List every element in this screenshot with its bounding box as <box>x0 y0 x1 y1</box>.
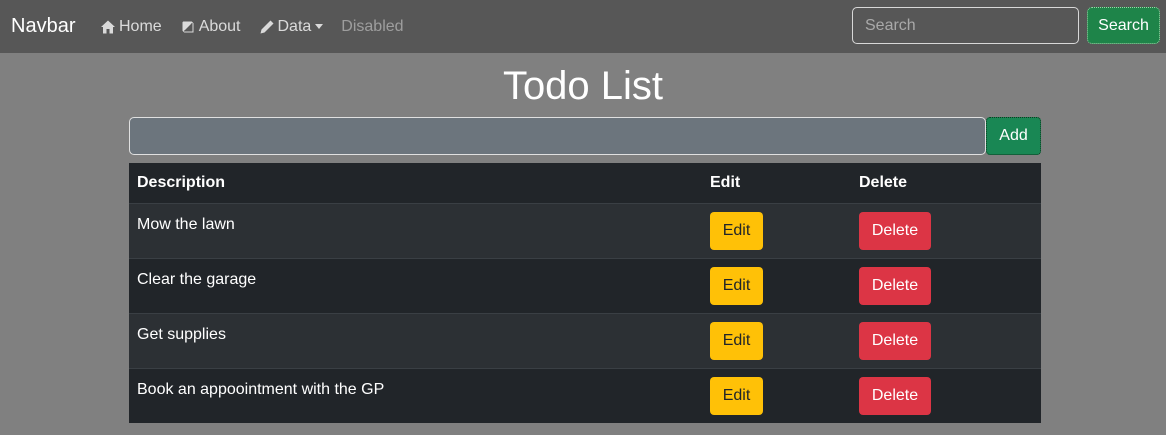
add-button[interactable]: Add <box>986 117 1041 155</box>
nav-item-label: Data <box>277 18 312 35</box>
table-header-row: Description Edit Delete <box>129 163 1041 204</box>
nav-item-data-dropdown[interactable]: Data <box>259 17 324 37</box>
nav-item-disabled: Disabled <box>341 17 403 37</box>
chevron-down-icon <box>315 23 324 29</box>
todo-table: Description Edit Delete Mow the lawn Edi… <box>129 163 1041 423</box>
page-title: Todo List <box>502 64 664 108</box>
column-header-description: Description <box>129 163 702 204</box>
table-row: Book an appoointment with the GP Edit De… <box>129 367 1041 423</box>
table-row: Clear the garage Edit Delete <box>129 257 1041 313</box>
book-icon <box>180 19 196 35</box>
navbar-brand[interactable]: Navbar <box>11 14 75 38</box>
edit-button[interactable]: Edit <box>710 211 763 250</box>
nav-links: Home About Data Disabled <box>100 17 422 37</box>
column-header-edit: Edit <box>702 163 851 204</box>
nav-item-home[interactable]: Home <box>100 17 162 37</box>
column-header-delete: Delete <box>851 163 1041 204</box>
todo-description: Clear the garage <box>129 257 702 313</box>
edit-button[interactable]: Edit <box>710 376 763 415</box>
search-input[interactable] <box>852 7 1079 44</box>
table-row: Get supplies Edit Delete <box>129 312 1041 368</box>
todo-input[interactable] <box>129 117 986 155</box>
nav-item-label: Home <box>119 18 162 35</box>
delete-button[interactable]: Delete <box>859 266 931 305</box>
pencil-icon <box>259 19 275 35</box>
delete-button[interactable]: Delete <box>859 321 931 360</box>
delete-button[interactable]: Delete <box>859 211 931 250</box>
todo-description: Mow the lawn <box>129 202 702 258</box>
home-icon <box>100 19 116 35</box>
edit-button[interactable]: Edit <box>710 321 763 360</box>
edit-button[interactable]: Edit <box>710 266 763 305</box>
nav-item-label: About <box>198 18 241 35</box>
todo-description: Get supplies <box>129 312 702 368</box>
nav-item-label: Disabled <box>341 18 404 35</box>
navbar: Navbar Home About Data Disabled Search <box>0 0 1166 53</box>
table-row: Mow the lawn Edit Delete <box>129 202 1041 258</box>
search-button[interactable]: Search <box>1087 7 1160 44</box>
delete-button[interactable]: Delete <box>859 376 931 415</box>
todo-description: Book an appoointment with the GP <box>129 367 702 423</box>
nav-item-about[interactable]: About <box>180 17 241 37</box>
